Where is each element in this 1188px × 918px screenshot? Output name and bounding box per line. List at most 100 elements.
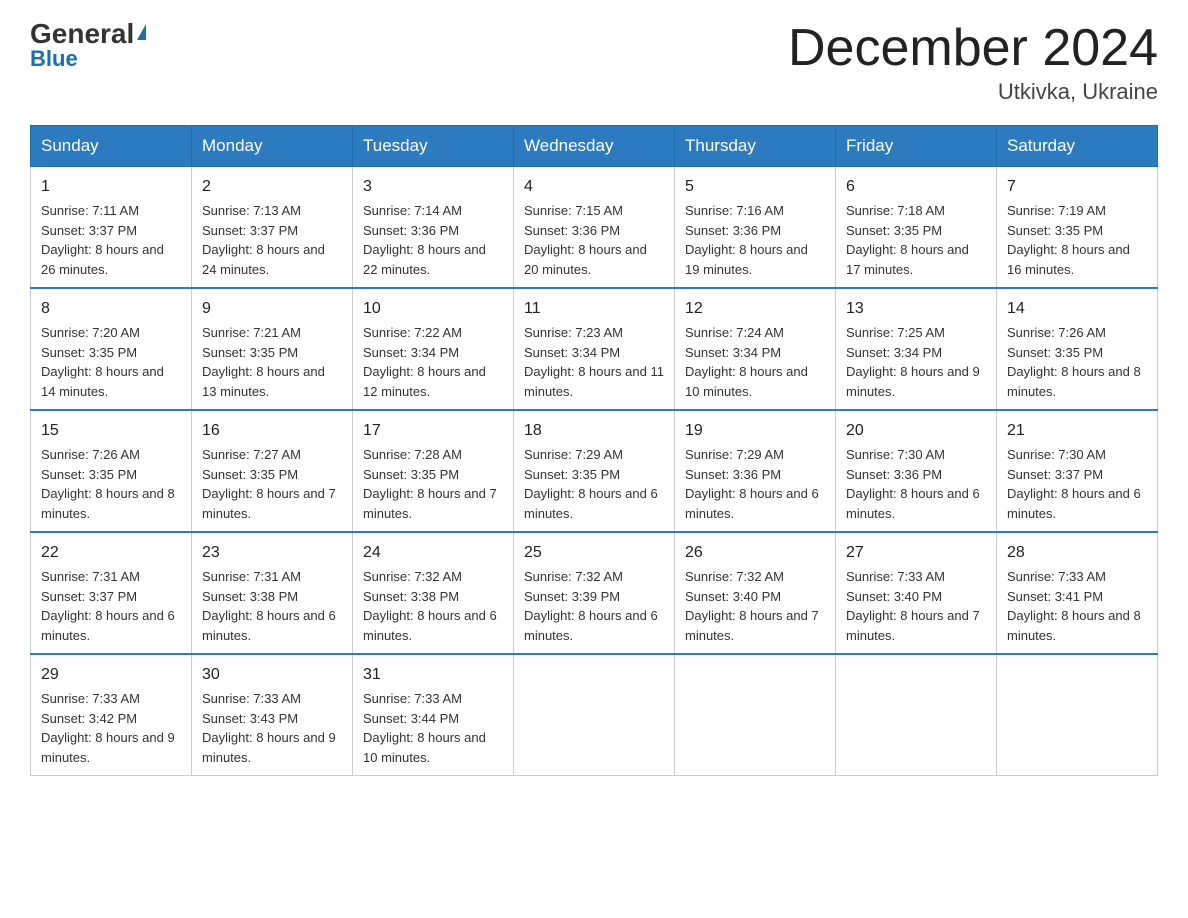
week-row-2: 8 Sunrise: 7:20 AM Sunset: 3:35 PM Dayli…	[31, 288, 1158, 410]
day-number: 28	[1007, 541, 1147, 565]
day-number: 14	[1007, 297, 1147, 321]
calendar-cell: 23 Sunrise: 7:31 AM Sunset: 3:38 PM Dayl…	[192, 532, 353, 654]
location-text: Utkivka, Ukraine	[788, 79, 1158, 105]
week-row-4: 22 Sunrise: 7:31 AM Sunset: 3:37 PM Dayl…	[31, 532, 1158, 654]
day-number: 8	[41, 297, 181, 321]
day-number: 15	[41, 419, 181, 443]
day-info: Sunrise: 7:19 AM Sunset: 3:35 PM Dayligh…	[1007, 201, 1147, 279]
day-number: 25	[524, 541, 664, 565]
calendar-cell: 25 Sunrise: 7:32 AM Sunset: 3:39 PM Dayl…	[514, 532, 675, 654]
day-info: Sunrise: 7:16 AM Sunset: 3:36 PM Dayligh…	[685, 201, 825, 279]
day-info: Sunrise: 7:11 AM Sunset: 3:37 PM Dayligh…	[41, 201, 181, 279]
calendar-cell: 17 Sunrise: 7:28 AM Sunset: 3:35 PM Dayl…	[353, 410, 514, 532]
day-number: 18	[524, 419, 664, 443]
calendar-cell: 7 Sunrise: 7:19 AM Sunset: 3:35 PM Dayli…	[997, 167, 1158, 289]
day-number: 5	[685, 175, 825, 199]
calendar-cell: 26 Sunrise: 7:32 AM Sunset: 3:40 PM Dayl…	[675, 532, 836, 654]
day-info: Sunrise: 7:15 AM Sunset: 3:36 PM Dayligh…	[524, 201, 664, 279]
calendar-cell: 24 Sunrise: 7:32 AM Sunset: 3:38 PM Dayl…	[353, 532, 514, 654]
calendar-cell: 3 Sunrise: 7:14 AM Sunset: 3:36 PM Dayli…	[353, 167, 514, 289]
col-saturday: Saturday	[997, 126, 1158, 167]
day-info: Sunrise: 7:32 AM Sunset: 3:40 PM Dayligh…	[685, 567, 825, 645]
calendar-cell: 2 Sunrise: 7:13 AM Sunset: 3:37 PM Dayli…	[192, 167, 353, 289]
calendar-cell: 28 Sunrise: 7:33 AM Sunset: 3:41 PM Dayl…	[997, 532, 1158, 654]
day-number: 2	[202, 175, 342, 199]
day-number: 12	[685, 297, 825, 321]
calendar-table: Sunday Monday Tuesday Wednesday Thursday…	[30, 125, 1158, 776]
day-info: Sunrise: 7:33 AM Sunset: 3:44 PM Dayligh…	[363, 689, 503, 767]
week-row-1: 1 Sunrise: 7:11 AM Sunset: 3:37 PM Dayli…	[31, 167, 1158, 289]
day-info: Sunrise: 7:14 AM Sunset: 3:36 PM Dayligh…	[363, 201, 503, 279]
calendar-cell: 21 Sunrise: 7:30 AM Sunset: 3:37 PM Dayl…	[997, 410, 1158, 532]
day-info: Sunrise: 7:33 AM Sunset: 3:43 PM Dayligh…	[202, 689, 342, 767]
day-info: Sunrise: 7:33 AM Sunset: 3:42 PM Dayligh…	[41, 689, 181, 767]
day-info: Sunrise: 7:20 AM Sunset: 3:35 PM Dayligh…	[41, 323, 181, 401]
day-info: Sunrise: 7:29 AM Sunset: 3:35 PM Dayligh…	[524, 445, 664, 523]
day-info: Sunrise: 7:23 AM Sunset: 3:34 PM Dayligh…	[524, 323, 664, 401]
day-number: 16	[202, 419, 342, 443]
week-row-3: 15 Sunrise: 7:26 AM Sunset: 3:35 PM Dayl…	[31, 410, 1158, 532]
day-number: 1	[41, 175, 181, 199]
day-number: 3	[363, 175, 503, 199]
day-info: Sunrise: 7:22 AM Sunset: 3:34 PM Dayligh…	[363, 323, 503, 401]
calendar-cell: 6 Sunrise: 7:18 AM Sunset: 3:35 PM Dayli…	[836, 167, 997, 289]
calendar-cell: 5 Sunrise: 7:16 AM Sunset: 3:36 PM Dayli…	[675, 167, 836, 289]
logo-triangle-icon	[137, 24, 146, 40]
day-number: 6	[846, 175, 986, 199]
calendar-cell: 4 Sunrise: 7:15 AM Sunset: 3:36 PM Dayli…	[514, 167, 675, 289]
day-info: Sunrise: 7:32 AM Sunset: 3:38 PM Dayligh…	[363, 567, 503, 645]
day-number: 23	[202, 541, 342, 565]
day-info: Sunrise: 7:25 AM Sunset: 3:34 PM Dayligh…	[846, 323, 986, 401]
day-number: 22	[41, 541, 181, 565]
day-info: Sunrise: 7:28 AM Sunset: 3:35 PM Dayligh…	[363, 445, 503, 523]
calendar-cell: 11 Sunrise: 7:23 AM Sunset: 3:34 PM Dayl…	[514, 288, 675, 410]
day-number: 11	[524, 297, 664, 321]
day-info: Sunrise: 7:33 AM Sunset: 3:40 PM Dayligh…	[846, 567, 986, 645]
logo: General Blue	[30, 20, 146, 72]
calendar-cell: 27 Sunrise: 7:33 AM Sunset: 3:40 PM Dayl…	[836, 532, 997, 654]
col-wednesday: Wednesday	[514, 126, 675, 167]
day-number: 19	[685, 419, 825, 443]
calendar-cell: 12 Sunrise: 7:24 AM Sunset: 3:34 PM Dayl…	[675, 288, 836, 410]
day-info: Sunrise: 7:33 AM Sunset: 3:41 PM Dayligh…	[1007, 567, 1147, 645]
day-info: Sunrise: 7:32 AM Sunset: 3:39 PM Dayligh…	[524, 567, 664, 645]
day-number: 21	[1007, 419, 1147, 443]
day-info: Sunrise: 7:31 AM Sunset: 3:37 PM Dayligh…	[41, 567, 181, 645]
day-info: Sunrise: 7:27 AM Sunset: 3:35 PM Dayligh…	[202, 445, 342, 523]
calendar-cell	[997, 654, 1158, 776]
title-section: December 2024 Utkivka, Ukraine	[788, 20, 1158, 105]
day-number: 20	[846, 419, 986, 443]
day-number: 17	[363, 419, 503, 443]
day-number: 27	[846, 541, 986, 565]
calendar-header-row: Sunday Monday Tuesday Wednesday Thursday…	[31, 126, 1158, 167]
day-info: Sunrise: 7:21 AM Sunset: 3:35 PM Dayligh…	[202, 323, 342, 401]
calendar-cell: 31 Sunrise: 7:33 AM Sunset: 3:44 PM Dayl…	[353, 654, 514, 776]
col-tuesday: Tuesday	[353, 126, 514, 167]
calendar-cell: 14 Sunrise: 7:26 AM Sunset: 3:35 PM Dayl…	[997, 288, 1158, 410]
page-header: General Blue December 2024 Utkivka, Ukra…	[30, 20, 1158, 105]
calendar-cell: 1 Sunrise: 7:11 AM Sunset: 3:37 PM Dayli…	[31, 167, 192, 289]
day-info: Sunrise: 7:31 AM Sunset: 3:38 PM Dayligh…	[202, 567, 342, 645]
day-info: Sunrise: 7:24 AM Sunset: 3:34 PM Dayligh…	[685, 323, 825, 401]
week-row-5: 29 Sunrise: 7:33 AM Sunset: 3:42 PM Dayl…	[31, 654, 1158, 776]
day-number: 9	[202, 297, 342, 321]
day-number: 24	[363, 541, 503, 565]
calendar-cell	[675, 654, 836, 776]
calendar-cell: 20 Sunrise: 7:30 AM Sunset: 3:36 PM Dayl…	[836, 410, 997, 532]
month-title: December 2024	[788, 20, 1158, 77]
day-number: 4	[524, 175, 664, 199]
col-sunday: Sunday	[31, 126, 192, 167]
col-thursday: Thursday	[675, 126, 836, 167]
calendar-cell: 15 Sunrise: 7:26 AM Sunset: 3:35 PM Dayl…	[31, 410, 192, 532]
calendar-cell	[836, 654, 997, 776]
logo-general: General	[30, 20, 134, 48]
calendar-cell: 22 Sunrise: 7:31 AM Sunset: 3:37 PM Dayl…	[31, 532, 192, 654]
calendar-cell: 30 Sunrise: 7:33 AM Sunset: 3:43 PM Dayl…	[192, 654, 353, 776]
day-number: 13	[846, 297, 986, 321]
day-number: 10	[363, 297, 503, 321]
day-info: Sunrise: 7:26 AM Sunset: 3:35 PM Dayligh…	[1007, 323, 1147, 401]
day-number: 26	[685, 541, 825, 565]
day-number: 7	[1007, 175, 1147, 199]
calendar-cell: 19 Sunrise: 7:29 AM Sunset: 3:36 PM Dayl…	[675, 410, 836, 532]
day-info: Sunrise: 7:18 AM Sunset: 3:35 PM Dayligh…	[846, 201, 986, 279]
